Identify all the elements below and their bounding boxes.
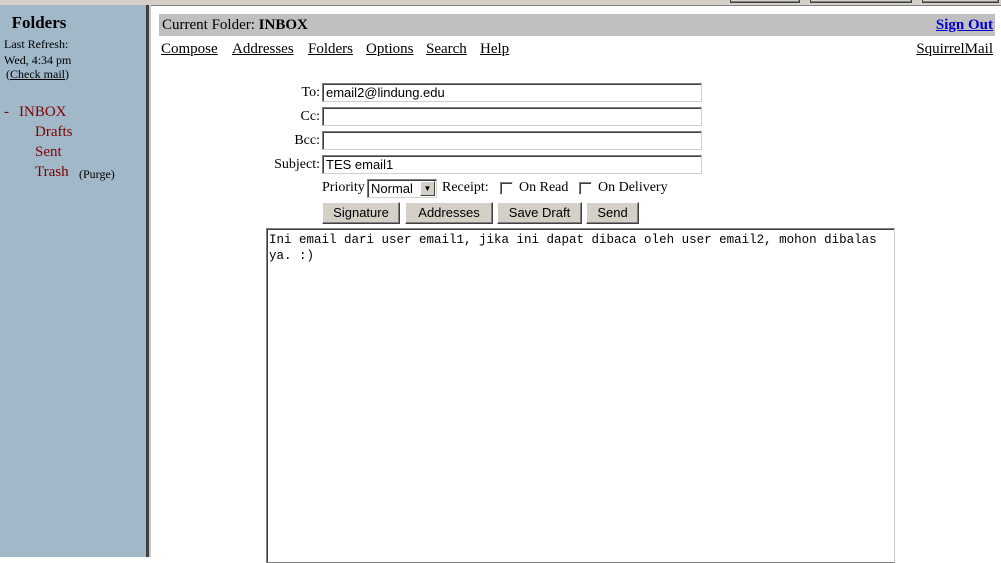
to-field[interactable]: email2@lindung.edu xyxy=(322,83,702,102)
on-delivery-checkbox[interactable] xyxy=(579,182,592,195)
on-read-label: On Read xyxy=(519,180,569,195)
last-refresh-label: Last Refresh: xyxy=(4,37,69,51)
message-body-text: Ini email dari user email1, jika ini dap… xyxy=(269,233,885,263)
last-refresh-time: Wed, 4:34 pm xyxy=(4,53,72,67)
folder-trash[interactable]: Trash xyxy=(35,164,69,181)
save-draft-button[interactable]: Save Draft xyxy=(497,202,582,224)
folder-pane xyxy=(0,5,146,557)
cc-label: Cc: xyxy=(300,109,320,124)
frame-divider-edge xyxy=(149,5,151,557)
cc-field[interactable] xyxy=(322,107,702,126)
menu-folders[interactable]: Folders xyxy=(308,41,353,58)
menu-addresses[interactable]: Addresses xyxy=(232,41,294,58)
on-read-checkbox[interactable] xyxy=(500,182,513,195)
folders-title: Folders xyxy=(11,13,67,32)
check-mail-label[interactable]: Check mail xyxy=(10,67,65,81)
subject-field[interactable]: TES email1 xyxy=(322,155,702,174)
chevron-down-icon[interactable]: ▼ xyxy=(420,181,435,196)
on-delivery-label: On Delivery xyxy=(598,180,668,195)
addresses-button[interactable]: Addresses xyxy=(405,202,493,224)
purge-trash-link[interactable]: (Purge) xyxy=(79,167,115,182)
subject-label: Subject: xyxy=(274,157,320,172)
folder-inbox[interactable]: INBOX xyxy=(19,104,67,121)
priority-select[interactable]: Normal ▼ xyxy=(367,179,437,198)
receipt-label: Receipt: xyxy=(442,180,489,195)
send-button[interactable]: Send xyxy=(586,202,639,224)
toolbar-button[interactable] xyxy=(922,0,999,3)
current-folder-label: Current Folder: xyxy=(162,17,255,33)
folder-sent[interactable]: Sent xyxy=(35,144,62,161)
squirrelmail-link[interactable]: SquirrelMail xyxy=(916,41,993,58)
current-folder-name: INBOX xyxy=(258,17,308,33)
bcc-label: Bcc: xyxy=(294,133,320,148)
current-folder-bar: Current Folder: INBOX Sign Out xyxy=(159,14,995,36)
menu-help[interactable]: Help xyxy=(480,41,509,58)
message-body[interactable]: Ini email dari user email1, jika ini dap… xyxy=(266,228,895,563)
priority-value: Normal xyxy=(371,181,413,196)
to-label: To: xyxy=(301,85,320,100)
last-refresh: Last Refresh: Wed, 4:34 pm xyxy=(4,36,71,68)
menu-search[interactable]: Search xyxy=(426,41,467,58)
signature-button[interactable]: Signature xyxy=(322,202,400,224)
priority-label: Priority xyxy=(322,180,365,195)
collapse-inbox-marker[interactable]: - xyxy=(4,104,9,121)
menu-compose[interactable]: Compose xyxy=(161,41,218,58)
toolbar-button[interactable] xyxy=(810,0,912,3)
folder-drafts[interactable]: Drafts xyxy=(35,124,73,141)
check-mail-link[interactable]: (Check mail) xyxy=(6,67,69,82)
bcc-field[interactable] xyxy=(322,131,702,150)
toolbar-button[interactable] xyxy=(730,0,800,3)
sign-out-link[interactable]: Sign Out xyxy=(936,17,993,34)
menu-options[interactable]: Options xyxy=(366,41,414,58)
current-folder: Current Folder: INBOX xyxy=(162,17,308,34)
